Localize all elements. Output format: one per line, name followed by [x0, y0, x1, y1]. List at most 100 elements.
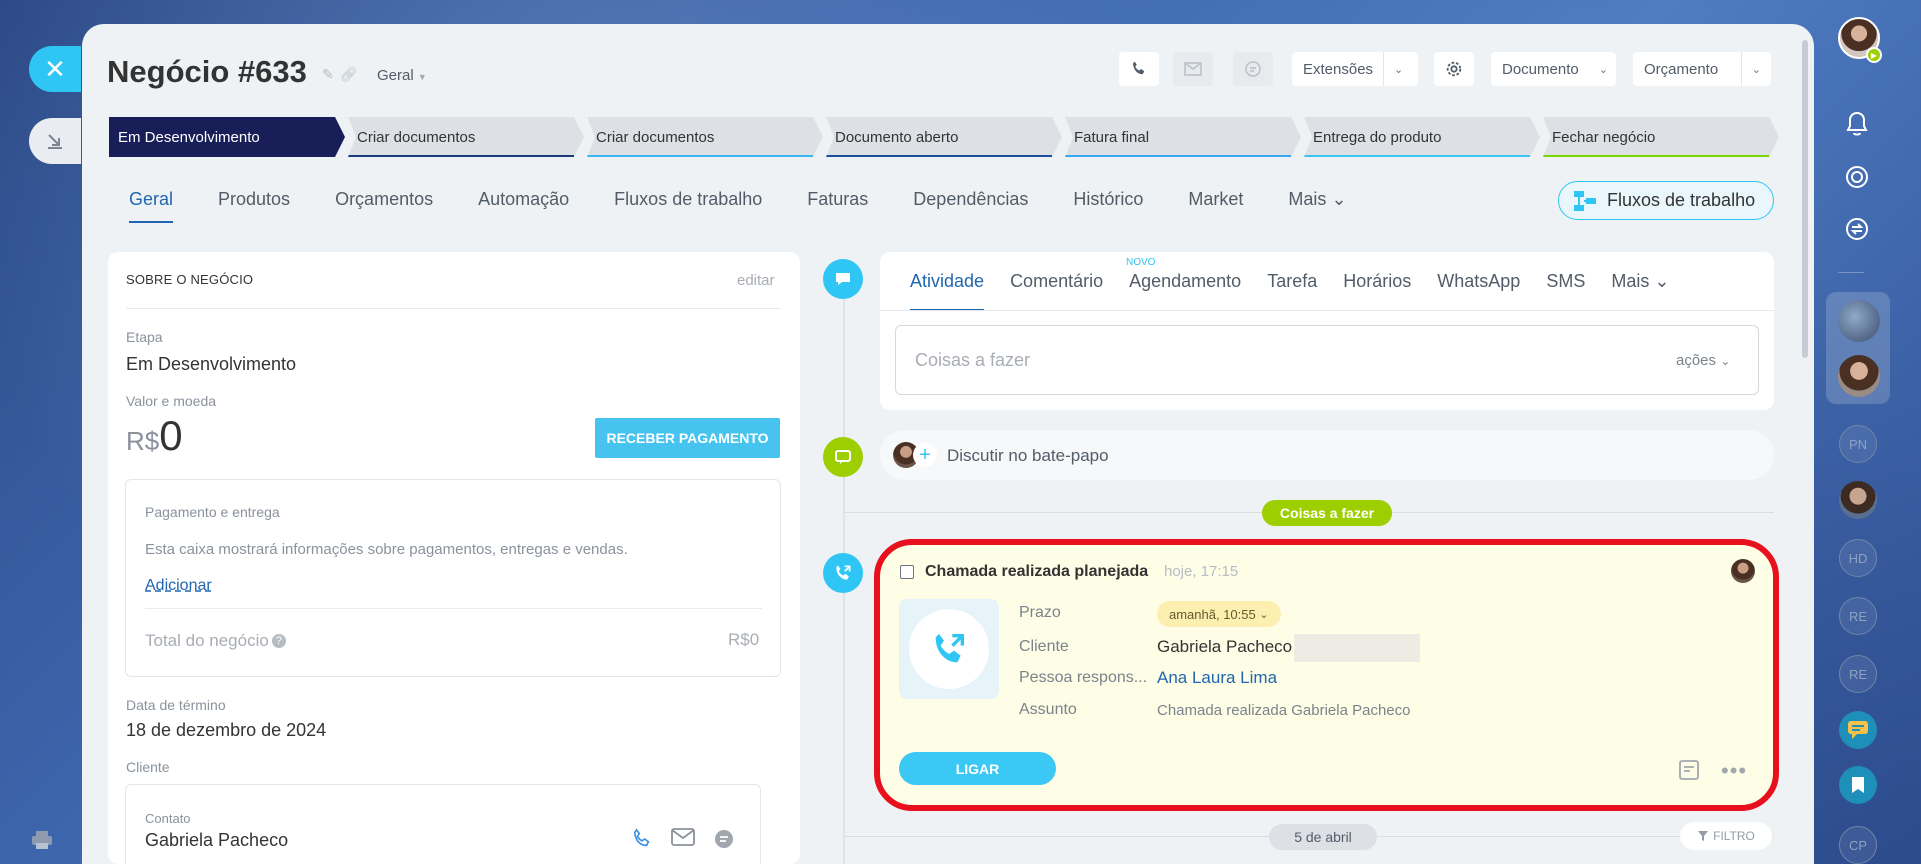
activity-tab[interactable]: Tarefa — [1267, 271, 1317, 311]
email-toolbar-button[interactable] — [1173, 52, 1213, 86]
call-type-tile — [899, 599, 999, 699]
chevron-down-icon: ⌄ — [1720, 354, 1731, 368]
activity-tab[interactable]: Horários — [1343, 271, 1411, 311]
activity-tab[interactable]: Mais ⌄ — [1611, 271, 1669, 311]
bell-icon[interactable] — [1838, 105, 1876, 143]
todo-section-pill: Coisas a fazer — [1262, 500, 1392, 526]
close-slider-button[interactable]: ✕ — [29, 46, 81, 92]
user-initials-avatar[interactable]: PN — [1839, 425, 1877, 463]
tab-item[interactable]: Orçamentos — [335, 189, 433, 223]
activity-tab-label: SMS — [1546, 271, 1586, 291]
title-edit-icons[interactable]: ✎🔗︎ — [322, 66, 364, 83]
tab-item[interactable]: Market — [1188, 189, 1243, 223]
minimize-slider-button[interactable] — [29, 118, 81, 164]
activity-tab[interactable]: WhatsApp — [1437, 271, 1520, 311]
responsible-value[interactable]: Ana Laura Lima — [1157, 668, 1277, 688]
payment-title: Pagamento e entrega — [145, 504, 280, 520]
tab-item[interactable]: Mais ⌄ — [1288, 189, 1346, 223]
chevron-down-icon: ⌄ — [1259, 608, 1269, 621]
document-label: Documento — [1502, 60, 1579, 78]
client-field-value[interactable]: Gabriela Pacheco — [1157, 637, 1292, 657]
deadline-badge[interactable]: amanhã, 10:55 ⌄ — [1157, 601, 1281, 627]
envelope-icon[interactable] — [671, 828, 695, 846]
payment-add-link[interactable]: Adicionar — [145, 577, 212, 595]
document-dropdown[interactable]: Documento ⌄ — [1491, 52, 1616, 86]
user-initials-avatar[interactable]: RE — [1839, 655, 1877, 693]
call-toolbar-button[interactable] — [1119, 52, 1159, 86]
gear-icon — [1446, 61, 1462, 77]
budget-dropdown[interactable]: Orçamento ⌄ — [1633, 52, 1771, 86]
todo-actions-dropdown[interactable]: ações ⌄ — [1676, 352, 1730, 369]
activity-tab[interactable]: SMS — [1546, 271, 1585, 311]
pipeline-stage-label: Fatura final — [1074, 128, 1150, 146]
deal-category-select[interactable]: Geral ▼ — [377, 67, 427, 84]
budget-label: Orçamento — [1644, 60, 1719, 78]
sync-icon[interactable] — [1838, 210, 1876, 248]
responsible-label: Pessoa respons... — [1019, 669, 1148, 686]
printer-icon[interactable] — [30, 830, 54, 850]
link-icon[interactable]: 🔗︎ — [340, 66, 364, 82]
about-edit-link[interactable]: editar — [737, 272, 775, 289]
chat-avatar[interactable] — [1838, 300, 1880, 342]
phone-icon[interactable] — [631, 828, 653, 850]
sidebar-divider — [1838, 272, 1864, 273]
activity-tab[interactable]: Comentário — [1010, 271, 1103, 311]
end-date-value[interactable]: 18 de dezembro de 2024 — [126, 720, 326, 741]
panel-scrollbar[interactable] — [1802, 40, 1808, 358]
activity-tab[interactable]: Agendamento — [1129, 271, 1241, 311]
user-initials-avatar[interactable]: RE — [1839, 597, 1877, 635]
pipeline-stage[interactable]: Fechar negócio — [1543, 117, 1779, 157]
user-avatar[interactable] — [1839, 481, 1877, 519]
pipeline-stage[interactable]: Em Desenvolvimento — [109, 117, 345, 157]
workflows-button-label: Fluxos de trabalho — [1607, 190, 1756, 210]
phone-icon — [1133, 61, 1145, 75]
tab-item[interactable]: Fluxos de trabalho — [614, 189, 762, 223]
extensions-dropdown[interactable]: Extensões ⌄ — [1292, 52, 1418, 86]
call-title[interactable]: Chamada realizada planejada — [925, 563, 1148, 581]
more-options-icon[interactable]: ••• — [1721, 758, 1747, 784]
help-icon[interactable]: ? — [271, 634, 286, 648]
pencil-icon[interactable]: ✎ — [322, 66, 340, 82]
workflows-button[interactable]: Fluxos de trabalho — [1558, 181, 1774, 220]
receive-payment-button[interactable]: RECEBER PAGAMENTO — [595, 418, 780, 458]
new-badge: NOVO — [1126, 257, 1156, 268]
tab-item[interactable]: Produtos — [218, 189, 290, 223]
pipeline-stage[interactable]: Criar documentos — [587, 117, 823, 157]
deal-total-row: Total do negócio ? — [145, 631, 286, 651]
call-now-button[interactable]: LIGAR — [899, 752, 1056, 785]
settings-button[interactable] — [1434, 52, 1474, 86]
client-field-label: Cliente — [1019, 638, 1069, 655]
tab-label: Produtos — [218, 189, 291, 209]
activity-tab[interactable]: Atividade — [910, 271, 985, 311]
call-done-checkbox[interactable] — [900, 565, 914, 579]
chat-avatar[interactable] — [1838, 355, 1880, 397]
pipeline-stage[interactable]: Criar documentos — [348, 117, 584, 157]
pipeline-stage[interactable]: Fatura final — [1065, 117, 1301, 157]
chat-toolbar-button[interactable] — [1233, 52, 1273, 86]
activity-tab-label: Atividade — [910, 271, 985, 291]
amount-value: 0 — [159, 412, 183, 459]
tab-item[interactable]: Faturas — [807, 189, 868, 223]
chat-icon[interactable] — [713, 828, 735, 850]
tab-item[interactable]: Histórico — [1073, 189, 1143, 223]
contact-name[interactable]: Gabriela Pacheco — [145, 830, 288, 851]
tab-item[interactable]: Geral — [129, 189, 174, 223]
tab-item[interactable]: Dependências — [913, 189, 1028, 223]
note-icon[interactable] — [1678, 759, 1700, 786]
stage-value[interactable]: Em Desenvolvimento — [126, 354, 296, 375]
bookmark-icon[interactable] — [1839, 766, 1877, 804]
copilot-icon[interactable] — [1838, 158, 1876, 196]
timeline-filter-button[interactable]: FILTRO — [1680, 822, 1772, 850]
open-channel-icon[interactable] — [1839, 711, 1877, 749]
add-participant-icon[interactable]: + — [913, 443, 937, 467]
amount-display[interactable]: R$ 0 — [126, 412, 183, 460]
responsible-avatar[interactable] — [1731, 559, 1755, 583]
user-initials-avatar[interactable]: CP — [1839, 826, 1877, 864]
tab-item[interactable]: Automação — [478, 189, 569, 223]
activity-tab-label: Agendamento — [1129, 271, 1242, 291]
pipeline-stage[interactable]: Documento aberto — [826, 117, 1062, 157]
tab-label: Automação — [478, 189, 570, 209]
filter-icon — [1698, 831, 1709, 841]
user-initials-avatar[interactable]: HD — [1839, 539, 1877, 577]
pipeline-stage[interactable]: Entrega do produto — [1304, 117, 1540, 157]
